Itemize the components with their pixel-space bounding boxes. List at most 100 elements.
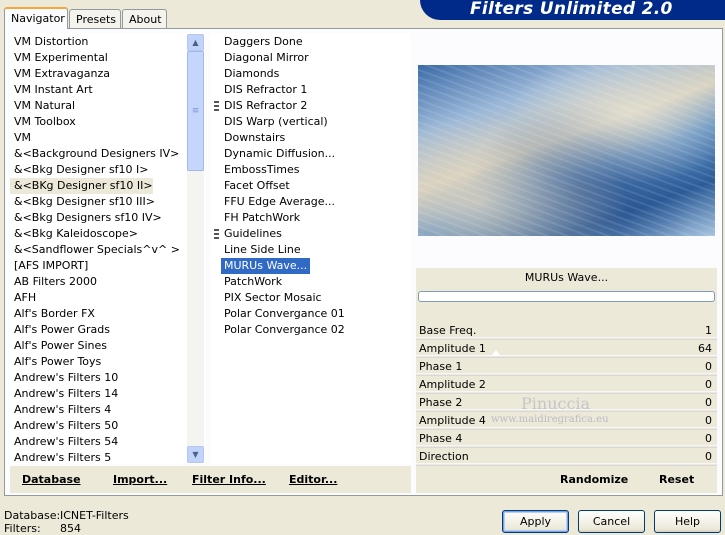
- param-slider[interactable]: Base Freq. 1: [416, 322, 717, 340]
- filter-item[interactable]: DIS Refractor 1: [221, 82, 310, 98]
- param-slider[interactable]: Amplitude 2 0: [416, 376, 717, 394]
- param-value: 0: [705, 414, 712, 427]
- category-item[interactable]: AFH: [10, 290, 36, 306]
- param-value: 64: [698, 342, 712, 355]
- scroll-thumb[interactable]: ≡: [187, 51, 204, 171]
- filter-item[interactable]: Downstairs: [221, 130, 288, 146]
- filter-item[interactable]: Dynamic Diffusion...: [221, 146, 338, 162]
- apply-button[interactable]: Apply: [502, 510, 569, 533]
- category-item[interactable]: Alf's Power Sines: [10, 338, 107, 354]
- category-item[interactable]: Andrew's Filters 10: [10, 370, 118, 386]
- watermark-name: Pinuccia: [521, 394, 591, 413]
- filter-item[interactable]: FFU Edge Average...: [221, 194, 338, 210]
- filter-item[interactable]: Guidelines: [221, 226, 285, 242]
- filter-item[interactable]: MURUs Wave...: [221, 258, 311, 274]
- category-item[interactable]: VM Natural: [10, 98, 75, 114]
- filter-item[interactable]: Facet Offset: [221, 178, 293, 194]
- param-slider[interactable]: Direction 0: [416, 448, 717, 466]
- param-value: 0: [705, 450, 712, 463]
- left-toolbar: Database Import... Filter Info... Editor…: [10, 466, 411, 493]
- tab-navigator[interactable]: Navigator: [4, 7, 68, 29]
- status-info: Database:ICNET-Filters Filters: 854: [4, 509, 129, 535]
- filter-item[interactable]: PIX Sector Mosaic: [221, 290, 325, 306]
- reset-button[interactable]: Reset: [659, 473, 694, 486]
- category-item[interactable]: Andrew's Filters 5: [10, 450, 111, 464]
- filter-item[interactable]: Polar Convergance 02: [221, 322, 348, 338]
- filter-marker-icon: [214, 229, 219, 239]
- category-item[interactable]: AB Filters 2000: [10, 274, 97, 290]
- category-item[interactable]: VM Distortion: [10, 34, 88, 50]
- filter-info-button[interactable]: Filter Info...: [192, 473, 266, 486]
- param-label: Base Freq.: [419, 324, 477, 337]
- tab-presets[interactable]: Presets: [69, 9, 121, 28]
- filter-item[interactable]: PatchWork: [221, 274, 285, 290]
- filter-item[interactable]: Line Side Line: [221, 242, 304, 258]
- filter-item[interactable]: EmbossTimes: [221, 162, 303, 178]
- category-item[interactable]: &<Bkg Designers sf10 IV>: [10, 210, 162, 226]
- filter-item[interactable]: Polar Convergance 01: [221, 306, 348, 322]
- scroll-up-button[interactable]: ▲: [187, 34, 204, 51]
- category-item[interactable]: VM Toolbox: [10, 114, 76, 130]
- category-item[interactable]: VM Experimental: [10, 50, 108, 66]
- randomize-button[interactable]: Randomize: [560, 473, 628, 486]
- param-value: 0: [705, 432, 712, 445]
- param-label: Phase 2: [419, 396, 463, 409]
- category-item[interactable]: Andrew's Filters 14: [10, 386, 118, 402]
- category-list[interactable]: VM Distortion VM Experimental VM Extravaga…: [10, 33, 205, 464]
- category-item[interactable]: Alf's Power Toys: [10, 354, 101, 370]
- database-value: ICNET-Filters: [60, 509, 129, 522]
- filters-count: 854: [60, 522, 81, 535]
- category-item[interactable]: Alf's Power Grads: [10, 322, 110, 338]
- filter-item[interactable]: FH PatchWork: [221, 210, 303, 226]
- category-item[interactable]: VM Instant Art: [10, 82, 93, 98]
- preview-texture: [418, 65, 715, 236]
- filter-list[interactable]: Daggers Done Diagonal Mirror Diamonds DIS R…: [211, 33, 411, 464]
- filter-item[interactable]: DIS Warp (vertical): [221, 114, 331, 130]
- category-item[interactable]: VM: [10, 130, 31, 146]
- param-slider[interactable]: Amplitude 1 64: [416, 340, 717, 358]
- param-label: Direction: [419, 450, 469, 463]
- category-item[interactable]: &<Bkg Designer sf10 I>: [10, 162, 149, 178]
- category-item[interactable]: Andrew's Filters 4: [10, 402, 111, 418]
- param-label: Amplitude 2: [419, 378, 486, 391]
- category-item[interactable]: &<BKg Designer sf10 II>: [10, 178, 153, 194]
- database-button[interactable]: Database: [22, 473, 81, 486]
- param-value: 0: [705, 396, 712, 409]
- app-title: Filters Unlimited 2.0: [470, 0, 673, 19]
- param-slider[interactable]: Phase 1 0: [416, 358, 717, 376]
- category-item[interactable]: &<Sandflower Specials^v^ >: [10, 242, 180, 258]
- param-slider[interactable]: Phase 4 0: [416, 430, 717, 448]
- category-item[interactable]: VM Extravaganza: [10, 66, 110, 82]
- database-label: Database:: [4, 509, 61, 522]
- import-button[interactable]: Import...: [113, 473, 167, 486]
- tab-about[interactable]: About: [122, 9, 167, 28]
- category-item[interactable]: Andrew's Filters 54: [10, 434, 118, 450]
- editor-button[interactable]: Editor...: [289, 473, 337, 486]
- progress-bar: [418, 291, 715, 302]
- cancel-button[interactable]: Cancel: [578, 510, 645, 533]
- category-item[interactable]: Alf's Border FX: [10, 306, 95, 322]
- category-item[interactable]: &<Bkg Designer sf10 III>: [10, 194, 155, 210]
- param-label: Amplitude 4: [419, 414, 486, 427]
- slider-thumb[interactable]: [491, 350, 501, 356]
- watermark-url: www.maidiregrafica.eu: [491, 414, 609, 425]
- scroll-down-button[interactable]: ▼: [187, 446, 204, 463]
- param-value: 0: [705, 360, 712, 373]
- filters-label: Filters:: [4, 522, 41, 535]
- filter-item[interactable]: Diamonds: [221, 66, 282, 82]
- category-item[interactable]: [AFS IMPORT]: [10, 258, 88, 274]
- filter-marker-icon: [214, 101, 219, 111]
- param-label: Amplitude 1: [419, 342, 486, 355]
- filter-item[interactable]: Daggers Done: [221, 34, 306, 50]
- param-label: Phase 1: [419, 360, 463, 373]
- category-item[interactable]: &<Background Designers IV>: [10, 146, 179, 162]
- param-value: 1: [705, 324, 712, 337]
- category-scrollbar[interactable]: ▲ ≡ ▼: [187, 34, 204, 463]
- param-label: Phase 4: [419, 432, 463, 445]
- filter-item[interactable]: Diagonal Mirror: [221, 50, 312, 66]
- help-button[interactable]: Help: [654, 510, 721, 533]
- category-item[interactable]: Andrew's Filters 50: [10, 418, 118, 434]
- param-value: 0: [705, 378, 712, 391]
- filter-item[interactable]: DIS Refractor 2: [221, 98, 310, 114]
- category-item[interactable]: &<Bkg Kaleidoscope>: [10, 226, 138, 242]
